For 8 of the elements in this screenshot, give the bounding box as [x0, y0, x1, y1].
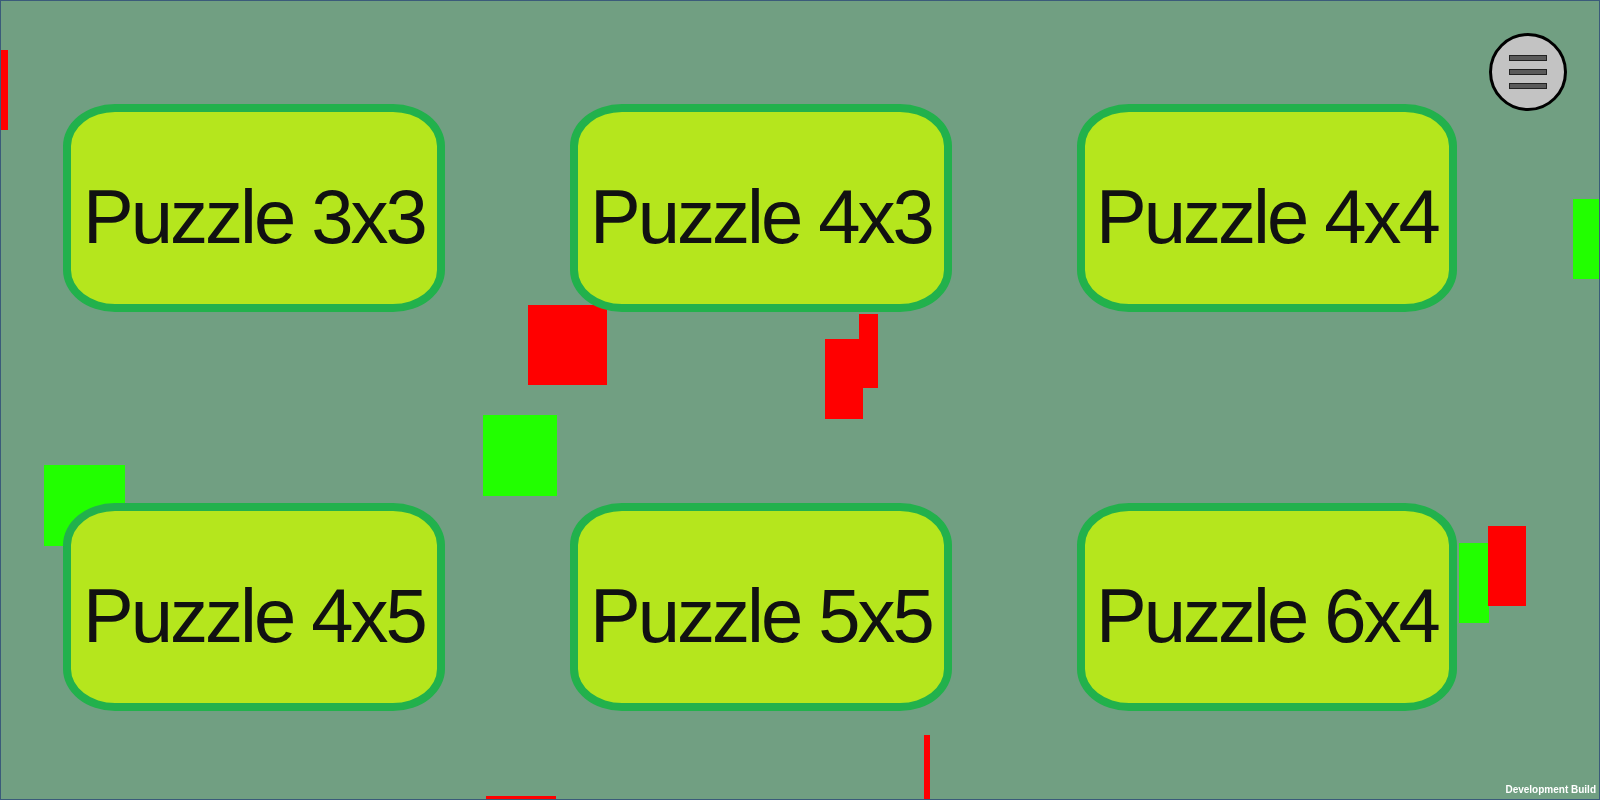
puzzle-button[interactable]: Puzzle 4x3: [570, 104, 952, 312]
puzzle-button[interactable]: Puzzle 6x4: [1077, 503, 1457, 711]
puzzle-button[interactable]: Puzzle 5x5: [570, 503, 952, 711]
build-label: Development Build: [1505, 784, 1596, 795]
puzzle-button[interactable]: Puzzle 4x4: [1077, 104, 1457, 312]
puzzle-button[interactable]: Puzzle 4x5: [63, 503, 445, 711]
menu-icon: [1509, 55, 1547, 89]
puzzle-button[interactable]: Puzzle 3x3: [63, 104, 445, 312]
